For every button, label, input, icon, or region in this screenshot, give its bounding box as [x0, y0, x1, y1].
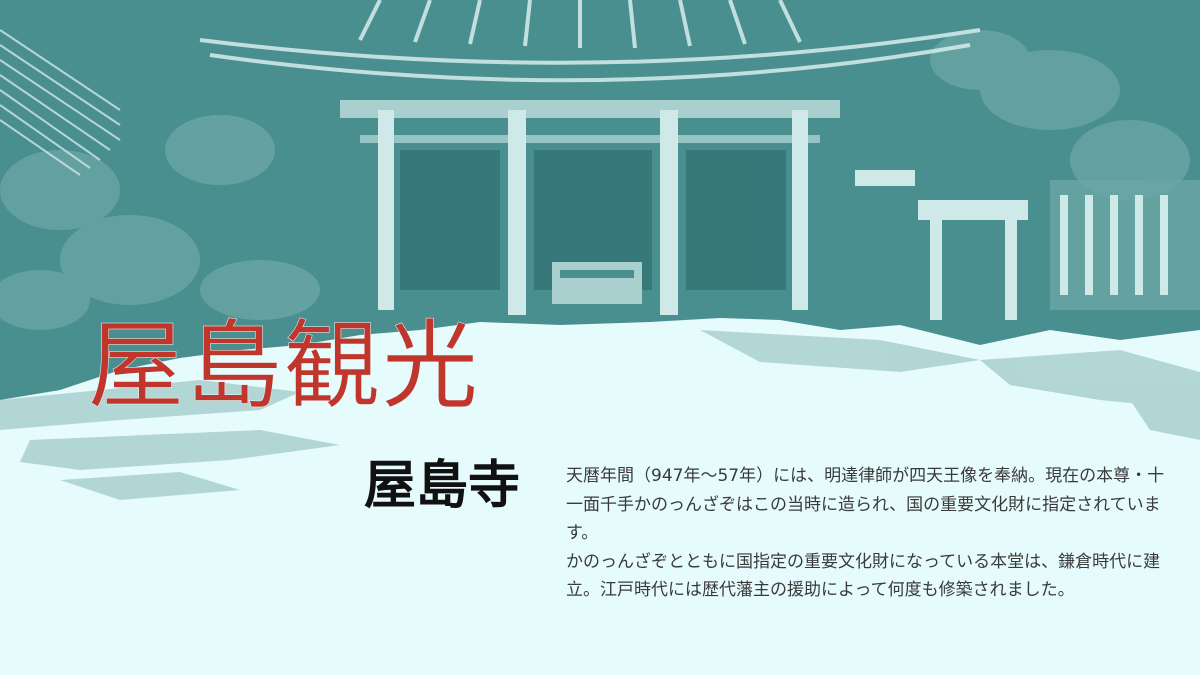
description: 天暦年間（947年～57年）には、明達律師が四天王像を奉納。現在の本尊・十一面千…	[566, 462, 1166, 605]
description-paragraph-2: かのっんざぞとともに国指定の重要文化財になっている本堂は、鎌倉時代に建立。江戸時…	[566, 551, 1161, 601]
temple-name: 屋島寺	[364, 456, 521, 516]
page-title: 屋島観光	[88, 310, 480, 422]
description-paragraph-1: 天暦年間（947年～57年）には、明達律師が四天王像を奉納。現在の本尊・十一面千…	[566, 466, 1165, 544]
